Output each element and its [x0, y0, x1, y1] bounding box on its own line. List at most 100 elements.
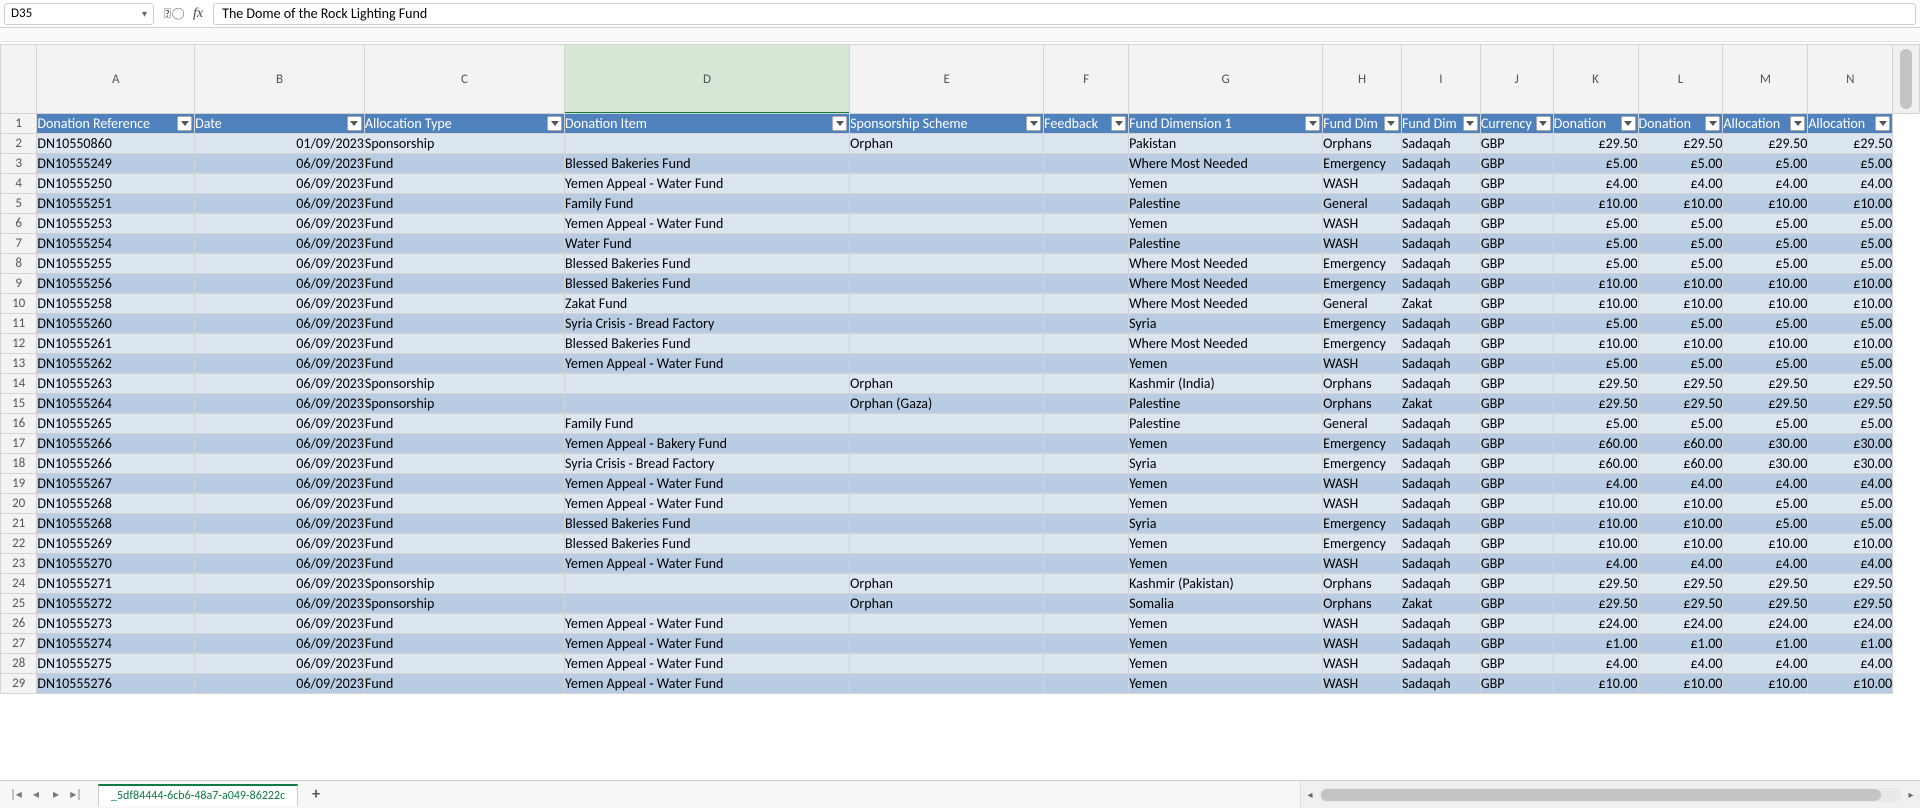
cell[interactable]: Sadaqah [1401, 154, 1480, 174]
filter-dropdown-icon[interactable] [1305, 116, 1320, 131]
cell[interactable] [850, 554, 1044, 574]
cell[interactable]: Orphans [1323, 394, 1402, 414]
cell[interactable]: DN10555255 [37, 254, 195, 274]
cell[interactable] [850, 474, 1044, 494]
cell[interactable] [1044, 634, 1129, 654]
filter-dropdown-icon[interactable] [1026, 116, 1041, 131]
cell[interactable]: WASH [1323, 554, 1402, 574]
cell[interactable] [1044, 574, 1129, 594]
table-header-cell[interactable]: Sponsorship Scheme [850, 114, 1044, 134]
cell[interactable]: GBP [1480, 674, 1553, 694]
cell[interactable]: Sadaqah [1401, 614, 1480, 634]
cell[interactable]: £10.00 [1723, 334, 1808, 354]
cell[interactable]: £10.00 [1553, 534, 1638, 554]
cell[interactable]: 06/09/2023 [195, 474, 365, 494]
cell[interactable]: Sadaqah [1401, 494, 1480, 514]
cell[interactable]: Fund [364, 414, 564, 434]
cell[interactable]: £10.00 [1723, 294, 1808, 314]
cell[interactable]: DN10555265 [37, 414, 195, 434]
cell[interactable]: £5.00 [1723, 314, 1808, 334]
cell[interactable]: £29.50 [1808, 594, 1893, 614]
row-header-1[interactable]: 1 [1, 114, 37, 134]
cell[interactable]: 06/09/2023 [195, 614, 365, 634]
cell[interactable]: £5.00 [1723, 234, 1808, 254]
cell[interactable] [1044, 654, 1129, 674]
cell[interactable]: £5.00 [1723, 154, 1808, 174]
cell[interactable]: £10.00 [1553, 334, 1638, 354]
cell[interactable]: Pakistan [1129, 134, 1323, 154]
cell[interactable]: Emergency [1323, 454, 1402, 474]
cell[interactable]: £5.00 [1553, 234, 1638, 254]
cell[interactable]: General [1323, 414, 1402, 434]
table-header-cell[interactable]: Fund Dim [1323, 114, 1402, 134]
cell[interactable]: £5.00 [1638, 414, 1723, 434]
cell[interactable]: 06/09/2023 [195, 594, 365, 614]
cell[interactable]: £5.00 [1723, 514, 1808, 534]
cell[interactable]: Yemen [1129, 674, 1323, 694]
cell[interactable] [1044, 374, 1129, 394]
scroll-right-icon[interactable]: ▸ [1902, 781, 1920, 808]
cell[interactable]: GBP [1480, 274, 1553, 294]
cell[interactable]: GBP [1480, 634, 1553, 654]
cell[interactable]: Palestine [1129, 394, 1323, 414]
vertical-scrollbar[interactable] [1893, 45, 1920, 114]
cell[interactable]: DN10555275 [37, 654, 195, 674]
cell[interactable]: £5.00 [1808, 514, 1893, 534]
cell[interactable] [850, 254, 1044, 274]
cell[interactable]: 06/09/2023 [195, 514, 365, 534]
cell[interactable]: Sadaqah [1401, 514, 1480, 534]
cell[interactable]: £10.00 [1638, 494, 1723, 514]
cell[interactable]: Water Fund [565, 234, 850, 254]
cell[interactable] [1044, 214, 1129, 234]
cell[interactable]: £5.00 [1808, 314, 1893, 334]
cell[interactable]: £60.00 [1553, 434, 1638, 454]
cell[interactable] [850, 294, 1044, 314]
cell[interactable]: Blessed Bakeries Fund [565, 534, 850, 554]
cell[interactable]: 06/09/2023 [195, 334, 365, 354]
cell[interactable]: £10.00 [1808, 534, 1893, 554]
cell[interactable]: Zakat Fund [565, 294, 850, 314]
cell[interactable]: Yemen [1129, 534, 1323, 554]
cell[interactable]: Sadaqah [1401, 654, 1480, 674]
cell[interactable]: Orphans [1323, 574, 1402, 594]
cell[interactable] [850, 634, 1044, 654]
table-header-cell[interactable]: Fund Dim [1401, 114, 1480, 134]
column-header-I[interactable]: I [1401, 45, 1480, 114]
cell[interactable] [850, 614, 1044, 634]
cell[interactable] [1044, 154, 1129, 174]
cell[interactable]: £5.00 [1553, 354, 1638, 374]
horizontal-scrollbar[interactable]: ◂ ▸ [1300, 781, 1920, 808]
cell[interactable]: £10.00 [1638, 534, 1723, 554]
cell[interactable]: Fund [364, 654, 564, 674]
cell[interactable]: Fund [364, 474, 564, 494]
cell[interactable]: £29.50 [1553, 134, 1638, 154]
v-scroll-thumb[interactable] [1900, 49, 1912, 109]
cell[interactable]: Fund [364, 314, 564, 334]
column-header-C[interactable]: C [364, 45, 564, 114]
cell[interactable] [565, 134, 850, 154]
row-header-9[interactable]: 9 [1, 274, 37, 294]
row-header-8[interactable]: 8 [1, 254, 37, 274]
cell[interactable] [850, 674, 1044, 694]
filter-dropdown-icon[interactable] [832, 116, 847, 131]
column-header-B[interactable]: B [195, 45, 365, 114]
cell[interactable]: Sponsorship [364, 574, 564, 594]
cell[interactable]: 06/09/2023 [195, 294, 365, 314]
cell[interactable]: GBP [1480, 574, 1553, 594]
cell[interactable]: £10.00 [1638, 514, 1723, 534]
cell[interactable]: £60.00 [1638, 434, 1723, 454]
cell[interactable]: DN10555250 [37, 174, 195, 194]
cell[interactable] [850, 274, 1044, 294]
cell[interactable]: Yemen Appeal - Water Fund [565, 494, 850, 514]
cell[interactable]: £4.00 [1638, 654, 1723, 674]
cell[interactable]: WASH [1323, 674, 1402, 694]
cell[interactable]: DN10555264 [37, 394, 195, 414]
cell[interactable]: £29.50 [1553, 594, 1638, 614]
cell[interactable]: 06/09/2023 [195, 674, 365, 694]
column-header-N[interactable]: N [1808, 45, 1893, 114]
cell[interactable] [1044, 614, 1129, 634]
cell[interactable]: Fund [364, 494, 564, 514]
row-header-26[interactable]: 26 [1, 614, 37, 634]
cell[interactable]: Family Fund [565, 414, 850, 434]
name-box[interactable]: D35 ▾ [4, 3, 154, 25]
